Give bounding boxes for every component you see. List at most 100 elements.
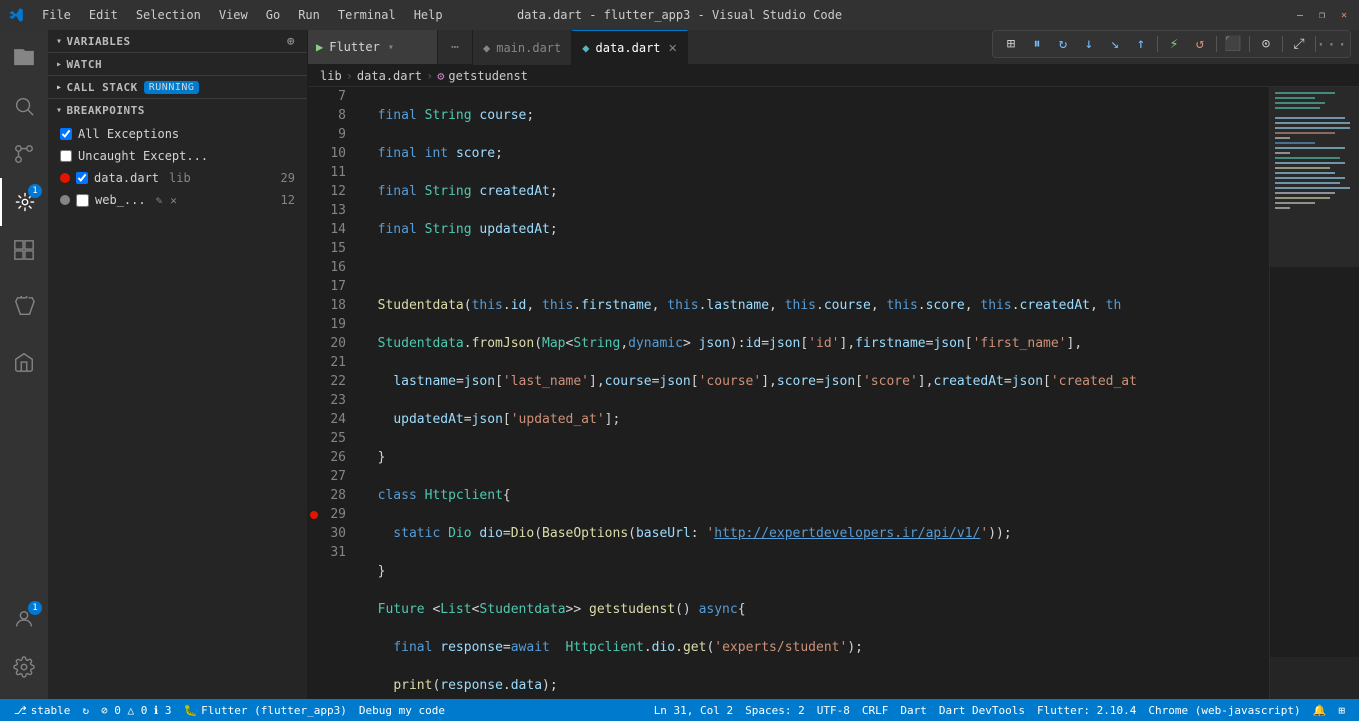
minimize-button[interactable]: — bbox=[1293, 8, 1307, 22]
bp-data-dart-dot bbox=[60, 173, 70, 183]
status-debug[interactable]: 🐛 Flutter (flutter_app3) bbox=[177, 699, 352, 721]
status-debug-mode[interactable]: Debug my code bbox=[353, 699, 451, 721]
menu-go[interactable]: Go bbox=[258, 6, 288, 24]
ln-10: 10 bbox=[308, 144, 346, 163]
variables-section-header[interactable]: ▾ VARIABLES ⊕ bbox=[48, 30, 307, 52]
line-numbers: 7 8 9 10 11 12 13 14 15 16 17 18 19 20 2… bbox=[308, 87, 358, 699]
status-sync[interactable]: ↻ bbox=[76, 699, 95, 721]
debug-expand-btn[interactable]: ⤢ bbox=[1287, 32, 1311, 56]
run-flutter-button[interactable]: ▶ Flutter ▾ bbox=[308, 30, 438, 64]
watch-section-header[interactable]: ▸ WATCH bbox=[48, 53, 307, 75]
activity-search[interactable] bbox=[0, 82, 48, 130]
close-button[interactable]: ✕ bbox=[1337, 8, 1351, 22]
code-line-15: updatedAt=json['updated_at']; bbox=[358, 410, 1269, 429]
status-sync-icon: ↻ bbox=[82, 704, 89, 717]
breakpoint-uncaught: Uncaught Except... bbox=[48, 145, 307, 167]
titlebar: File Edit Selection View Go Run Terminal… bbox=[0, 0, 1359, 30]
code-line-9: final String createdAt; bbox=[358, 182, 1269, 201]
debug-step-into-btn[interactable]: ↘ bbox=[1103, 32, 1127, 56]
debug-inspect-btn[interactable]: ⊙ bbox=[1254, 32, 1278, 56]
debug-toolbar: ⊞ ⏸ ↻ ↓ ↘ ↑ ⚡ ↺ ⬛ ⊙ ⤢ ··· bbox=[992, 30, 1351, 58]
bp-uncaught-label: Uncaught Except... bbox=[78, 149, 208, 163]
status-notifications[interactable]: 🔔 bbox=[1307, 699, 1333, 721]
activity-test[interactable] bbox=[0, 282, 48, 330]
status-position[interactable]: Ln 31, Col 2 bbox=[648, 699, 739, 721]
status-language-text: Dart bbox=[900, 704, 927, 717]
status-dart-devtools[interactable]: Dart DevTools bbox=[933, 699, 1031, 721]
status-chrome[interactable]: Chrome (web-javascript) bbox=[1142, 699, 1306, 721]
status-spaces[interactable]: Spaces: 2 bbox=[739, 699, 811, 721]
tab-data-dart-close[interactable]: ✕ bbox=[669, 40, 677, 56]
status-encoding-text: UTF-8 bbox=[817, 704, 850, 717]
ln-22: 22 bbox=[308, 372, 346, 391]
breadcrumb-fn[interactable]: getstudenst bbox=[448, 69, 527, 83]
code-line-7: final String course; bbox=[358, 106, 1269, 125]
status-line-ending[interactable]: CRLF bbox=[856, 699, 895, 721]
activity-source-control[interactable] bbox=[0, 130, 48, 178]
tab-data-dart[interactable]: ◆ data.dart ✕ bbox=[572, 30, 688, 65]
debug-layout-btn[interactable]: ⊞ bbox=[999, 32, 1023, 56]
status-errors[interactable]: ⊘ 0 △ 0 ℹ 3 bbox=[95, 699, 177, 721]
bp-uncaught-check[interactable] bbox=[60, 150, 72, 162]
status-debug-icon: 🐛 bbox=[183, 704, 197, 717]
breakpoints-section-header[interactable]: ▾ BREAKPOINTS bbox=[48, 99, 307, 121]
debug-restart-btn[interactable]: ↻ bbox=[1051, 32, 1075, 56]
maximize-button[interactable]: ❐ bbox=[1315, 8, 1329, 22]
status-spaces-text: Spaces: 2 bbox=[745, 704, 805, 717]
debug-hot-reload-btn[interactable]: ⚡ bbox=[1162, 32, 1186, 56]
activity-explorer[interactable] bbox=[0, 34, 48, 82]
ln-16: 16 bbox=[308, 258, 346, 277]
bp-data-dart-check[interactable] bbox=[76, 172, 88, 184]
status-encoding[interactable]: UTF-8 bbox=[811, 699, 856, 721]
activity-remote[interactable] bbox=[0, 338, 48, 386]
activity-settings[interactable] bbox=[0, 643, 48, 691]
code-content[interactable]: final String course; final int score; fi… bbox=[358, 87, 1269, 699]
tab-split-button[interactable]: ⋯ bbox=[438, 30, 473, 64]
debug-pause-btn[interactable]: ⏸ bbox=[1025, 32, 1049, 56]
menu-view[interactable]: View bbox=[211, 6, 256, 24]
debug-hot-restart-btn[interactable]: ↺ bbox=[1188, 32, 1212, 56]
status-flutter-version[interactable]: Flutter: 2.10.4 bbox=[1031, 699, 1142, 721]
status-bell-icon: 🔔 bbox=[1313, 704, 1327, 717]
activity-extensions[interactable] bbox=[0, 226, 48, 274]
variables-action-btn[interactable]: ⊕ bbox=[283, 33, 299, 49]
bp-all-exceptions-check[interactable] bbox=[60, 128, 72, 140]
code-line-12: Studentdata(this.id, this.firstname, thi… bbox=[358, 296, 1269, 315]
status-branch[interactable]: ⎇ stable bbox=[8, 699, 76, 721]
status-language[interactable]: Dart bbox=[894, 699, 933, 721]
menu-selection[interactable]: Selection bbox=[128, 6, 209, 24]
bp-web-close-icon[interactable]: ✕ bbox=[170, 194, 177, 207]
ln-25: 25 bbox=[308, 429, 346, 448]
status-debug-mode-label: Debug my code bbox=[359, 704, 445, 717]
call-stack-header[interactable]: ▸ CALL STACK RUNNING bbox=[48, 76, 307, 98]
activity-debug[interactable]: 1 bbox=[0, 178, 48, 226]
menu-file[interactable]: File bbox=[34, 6, 79, 24]
bp-web-edit-icon[interactable]: ✎ bbox=[156, 194, 163, 207]
debug-sep-4 bbox=[1282, 36, 1283, 52]
code-line-14: lastname=json['last_name'],course=json['… bbox=[358, 372, 1269, 391]
breadcrumb-file[interactable]: data.dart bbox=[357, 69, 422, 83]
bp-data-dart-name: data.dart bbox=[94, 171, 159, 185]
debug-more-btn[interactable]: ··· bbox=[1320, 32, 1344, 56]
debug-stop-btn[interactable]: ⬛ bbox=[1221, 32, 1245, 56]
breadcrumb-lib[interactable]: lib bbox=[320, 69, 342, 83]
menu-edit[interactable]: Edit bbox=[81, 6, 126, 24]
editor-area: ▶ Flutter ▾ ⋯ ◆ main.dart ◆ data.dart ✕ … bbox=[308, 30, 1359, 699]
tab-main-dart[interactable]: ◆ main.dart bbox=[473, 30, 572, 65]
menu-help[interactable]: Help bbox=[406, 6, 451, 24]
status-layout-toggle[interactable]: ⊞ bbox=[1332, 699, 1351, 721]
menu-run[interactable]: Run bbox=[290, 6, 328, 24]
debug-step-out-btn[interactable]: ↑ bbox=[1129, 32, 1153, 56]
activity-account[interactable]: 1 bbox=[0, 595, 48, 643]
variables-label: VARIABLES bbox=[67, 35, 131, 48]
bp-web-check[interactable] bbox=[76, 194, 89, 207]
ln-18: 18 bbox=[308, 296, 346, 315]
bp-web-dot bbox=[60, 195, 70, 205]
status-bar: ⎇ stable ↻ ⊘ 0 △ 0 ℹ 3 🐛 Flutter (flutte… bbox=[0, 699, 1359, 721]
breadcrumb-fn-icon: ⚙ bbox=[437, 69, 444, 83]
menu-terminal[interactable]: Terminal bbox=[330, 6, 404, 24]
run-play-icon: ▶ bbox=[316, 40, 323, 54]
sidebar: ▾ VARIABLES ⊕ ▸ WATCH ▸ CALL STACK bbox=[48, 30, 308, 699]
debug-step-over-btn[interactable]: ↓ bbox=[1077, 32, 1101, 56]
tab-main-dart-label: main.dart bbox=[496, 41, 561, 55]
